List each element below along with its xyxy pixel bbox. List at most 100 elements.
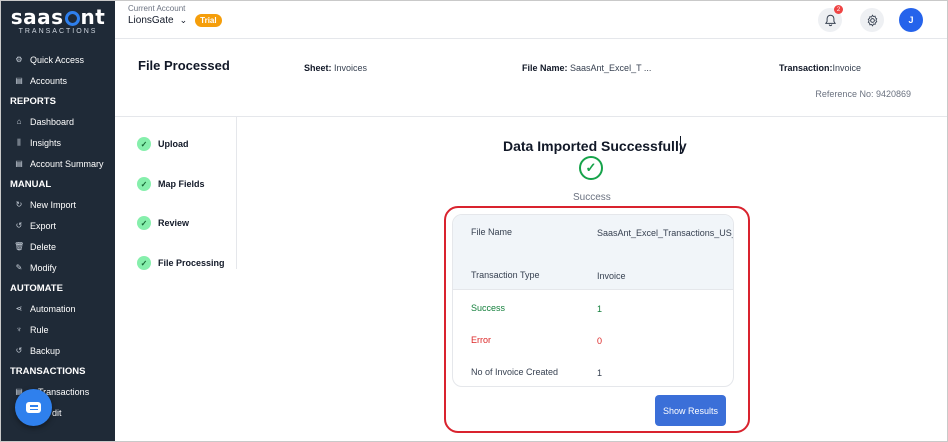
file-name-row-label: File Name [471, 227, 513, 237]
file-name-info: File Name: SaasAnt_Excel_T ... [522, 63, 651, 73]
sidebar-nav: ⚙ Quick Access ▤ Accounts REPORTS ⌂ Dashboa… [1, 49, 115, 423]
brand-logo[interactable]: saas nt TRANSACTIONS [1, 1, 115, 41]
sheet-label: Sheet: [304, 63, 332, 73]
error-row-value: 0 [597, 336, 603, 346]
transaction-value: Invoice [832, 63, 862, 73]
logo-text-left: saas [10, 5, 64, 29]
sidebar-item-label: Backup [30, 345, 61, 356]
sidebar-item-label: Insights [30, 137, 62, 148]
step-review: ✓ Review [137, 216, 189, 230]
sidebar-item-label: Modify [30, 262, 57, 273]
process-header: File Processed Sheet: Invoices File Name… [115, 39, 947, 117]
import-result-title: Data Imported Successfully [503, 138, 687, 154]
sidebar: saas nt TRANSACTIONS ⚙ Quick Access ▤ Accou… [1, 1, 115, 441]
sidebar-heading-automate: AUTOMATE [10, 282, 63, 294]
step-label: File Processing [158, 258, 225, 268]
bars-icon: ⫼ [17, 137, 21, 147]
chevron-down-icon: ⌄ [179, 15, 188, 25]
check-icon: ✓ [137, 216, 151, 230]
sidebar-item-delete[interactable]: 🗑 Delete [1, 236, 115, 257]
top-bar: Current Account LionsGate ⌄ Trial 2 J [115, 1, 947, 39]
sidebar-item-backup[interactable]: ↺ Backup [1, 340, 115, 361]
sidebar-item-label: Account Summary [30, 158, 104, 169]
chat-button[interactable] [15, 389, 52, 426]
sidebar-item-insights[interactable]: ⫼ Insights [1, 132, 115, 153]
sidebar-item-accounts[interactable]: ▤ Accounts [1, 70, 115, 91]
notification-count-badge: 2 [834, 5, 843, 14]
progress-steps: ✓ Upload ✓ Map Fields ✓ Review ✓ File Proces… [115, 117, 237, 270]
error-row-label: Error [471, 335, 491, 345]
account-name: LionsGate [128, 15, 174, 26]
transaction-type-row-label: Transaction Type [471, 270, 540, 280]
file-name-row-value: SaasAnt_Excel_Transactions_US_Template.x… [597, 228, 733, 238]
trash-icon: 🗑 [14, 242, 25, 251]
transaction-info: Transaction:Invoice [779, 63, 861, 73]
sidebar-item-account-summary[interactable]: ▤ Account Summary [1, 153, 115, 174]
bell-icon [824, 14, 836, 26]
sheet-info: Sheet: Invoices [304, 63, 367, 73]
success-check-icon: ✓ [579, 156, 603, 180]
step-label: Upload [158, 139, 189, 149]
main-content: File Processed Sheet: Invoices File Name… [115, 39, 947, 441]
import-icon: ↻ [15, 200, 23, 209]
account-switcher[interactable]: LionsGate ⌄ Trial [128, 14, 222, 27]
logo-wordmark: saas nt [11, 7, 106, 27]
chat-icon [26, 402, 41, 413]
success-status: Success [573, 192, 611, 203]
file-name-value: SaasAnt_Excel_T ... [570, 63, 652, 73]
backup-icon: ↺ [15, 346, 23, 355]
sidebar-item-automation[interactable]: ⋖ Automation [1, 298, 115, 319]
sidebar-heading-manual: MANUAL [10, 178, 52, 190]
sidebar-item-label: Accounts [30, 75, 68, 86]
page-title: File Processed [138, 58, 230, 73]
sidebar-heading-reports: REPORTS [10, 95, 56, 107]
trial-badge: Trial [195, 14, 222, 27]
success-row-label: Success [471, 303, 506, 313]
rule-icon: ♆ [16, 325, 22, 334]
share-icon: ⋖ [15, 304, 23, 313]
sidebar-heading-transactions: TRANSACTIONS [10, 365, 86, 377]
sidebar-item-label: Quick Access [30, 54, 85, 65]
logo-text-right: nt [80, 5, 106, 29]
show-results-button[interactable]: Show Results [655, 395, 726, 426]
sidebar-item-quick-access[interactable]: ⚙ Quick Access [1, 49, 115, 70]
gear-icon: ⚙ [15, 55, 23, 64]
export-icon: ↺ [15, 221, 23, 230]
current-account-label: Current Account [128, 4, 186, 13]
logo-tagline: TRANSACTIONS [18, 28, 98, 35]
result-summary-card: File Name SaasAnt_Excel_Transactions_US_… [452, 214, 734, 387]
sidebar-item-label: Delete [30, 241, 57, 252]
sheet-value: Invoices [334, 63, 368, 73]
user-avatar[interactable]: J [899, 8, 923, 32]
check-icon: ✓ [137, 137, 151, 151]
sidebar-item-dashboard[interactable]: ⌂ Dashboard [1, 111, 115, 132]
sidebar-item-new-import[interactable]: ↻ New Import [1, 194, 115, 215]
transaction-type-row-value: Invoice [597, 271, 626, 281]
text-cursor [680, 136, 681, 154]
step-map-fields: ✓ Map Fields [137, 177, 205, 191]
sidebar-item-export[interactable]: ↺ Export [1, 215, 115, 236]
check-icon: ✓ [137, 256, 151, 270]
transaction-label: Transaction: [779, 63, 833, 73]
step-upload: ✓ Upload [137, 137, 189, 151]
sidebar-item-rule[interactable]: ♆ Rule [1, 319, 115, 340]
file-name-label: File Name: [522, 63, 568, 73]
clipboard-icon: ▤ [15, 159, 23, 168]
app-window: saas nt TRANSACTIONS ⚙ Quick Access ▤ Accou… [0, 0, 948, 442]
sidebar-item-label: dit [52, 407, 62, 418]
sidebar-item-label: New Import [30, 199, 77, 210]
step-file-processing: ✓ File Processing [137, 256, 225, 270]
logo-a-icon [64, 10, 80, 26]
step-label: Map Fields [158, 179, 205, 189]
success-row-value: 1 [597, 304, 603, 314]
step-label: Review [158, 218, 190, 228]
sidebar-item-label: Automation [30, 303, 76, 314]
gear-icon [867, 13, 877, 27]
notifications-button[interactable]: 2 [818, 5, 843, 32]
reference-number: Reference No: 9420869 [815, 89, 911, 99]
edit-icon: ✎ [15, 263, 23, 272]
settings-button[interactable] [860, 8, 884, 32]
clipboard-icon: ▤ [15, 76, 23, 85]
sidebar-item-modify[interactable]: ✎ Modify [1, 257, 115, 278]
invoice-count-row-label: No of Invoice Created [471, 367, 559, 377]
